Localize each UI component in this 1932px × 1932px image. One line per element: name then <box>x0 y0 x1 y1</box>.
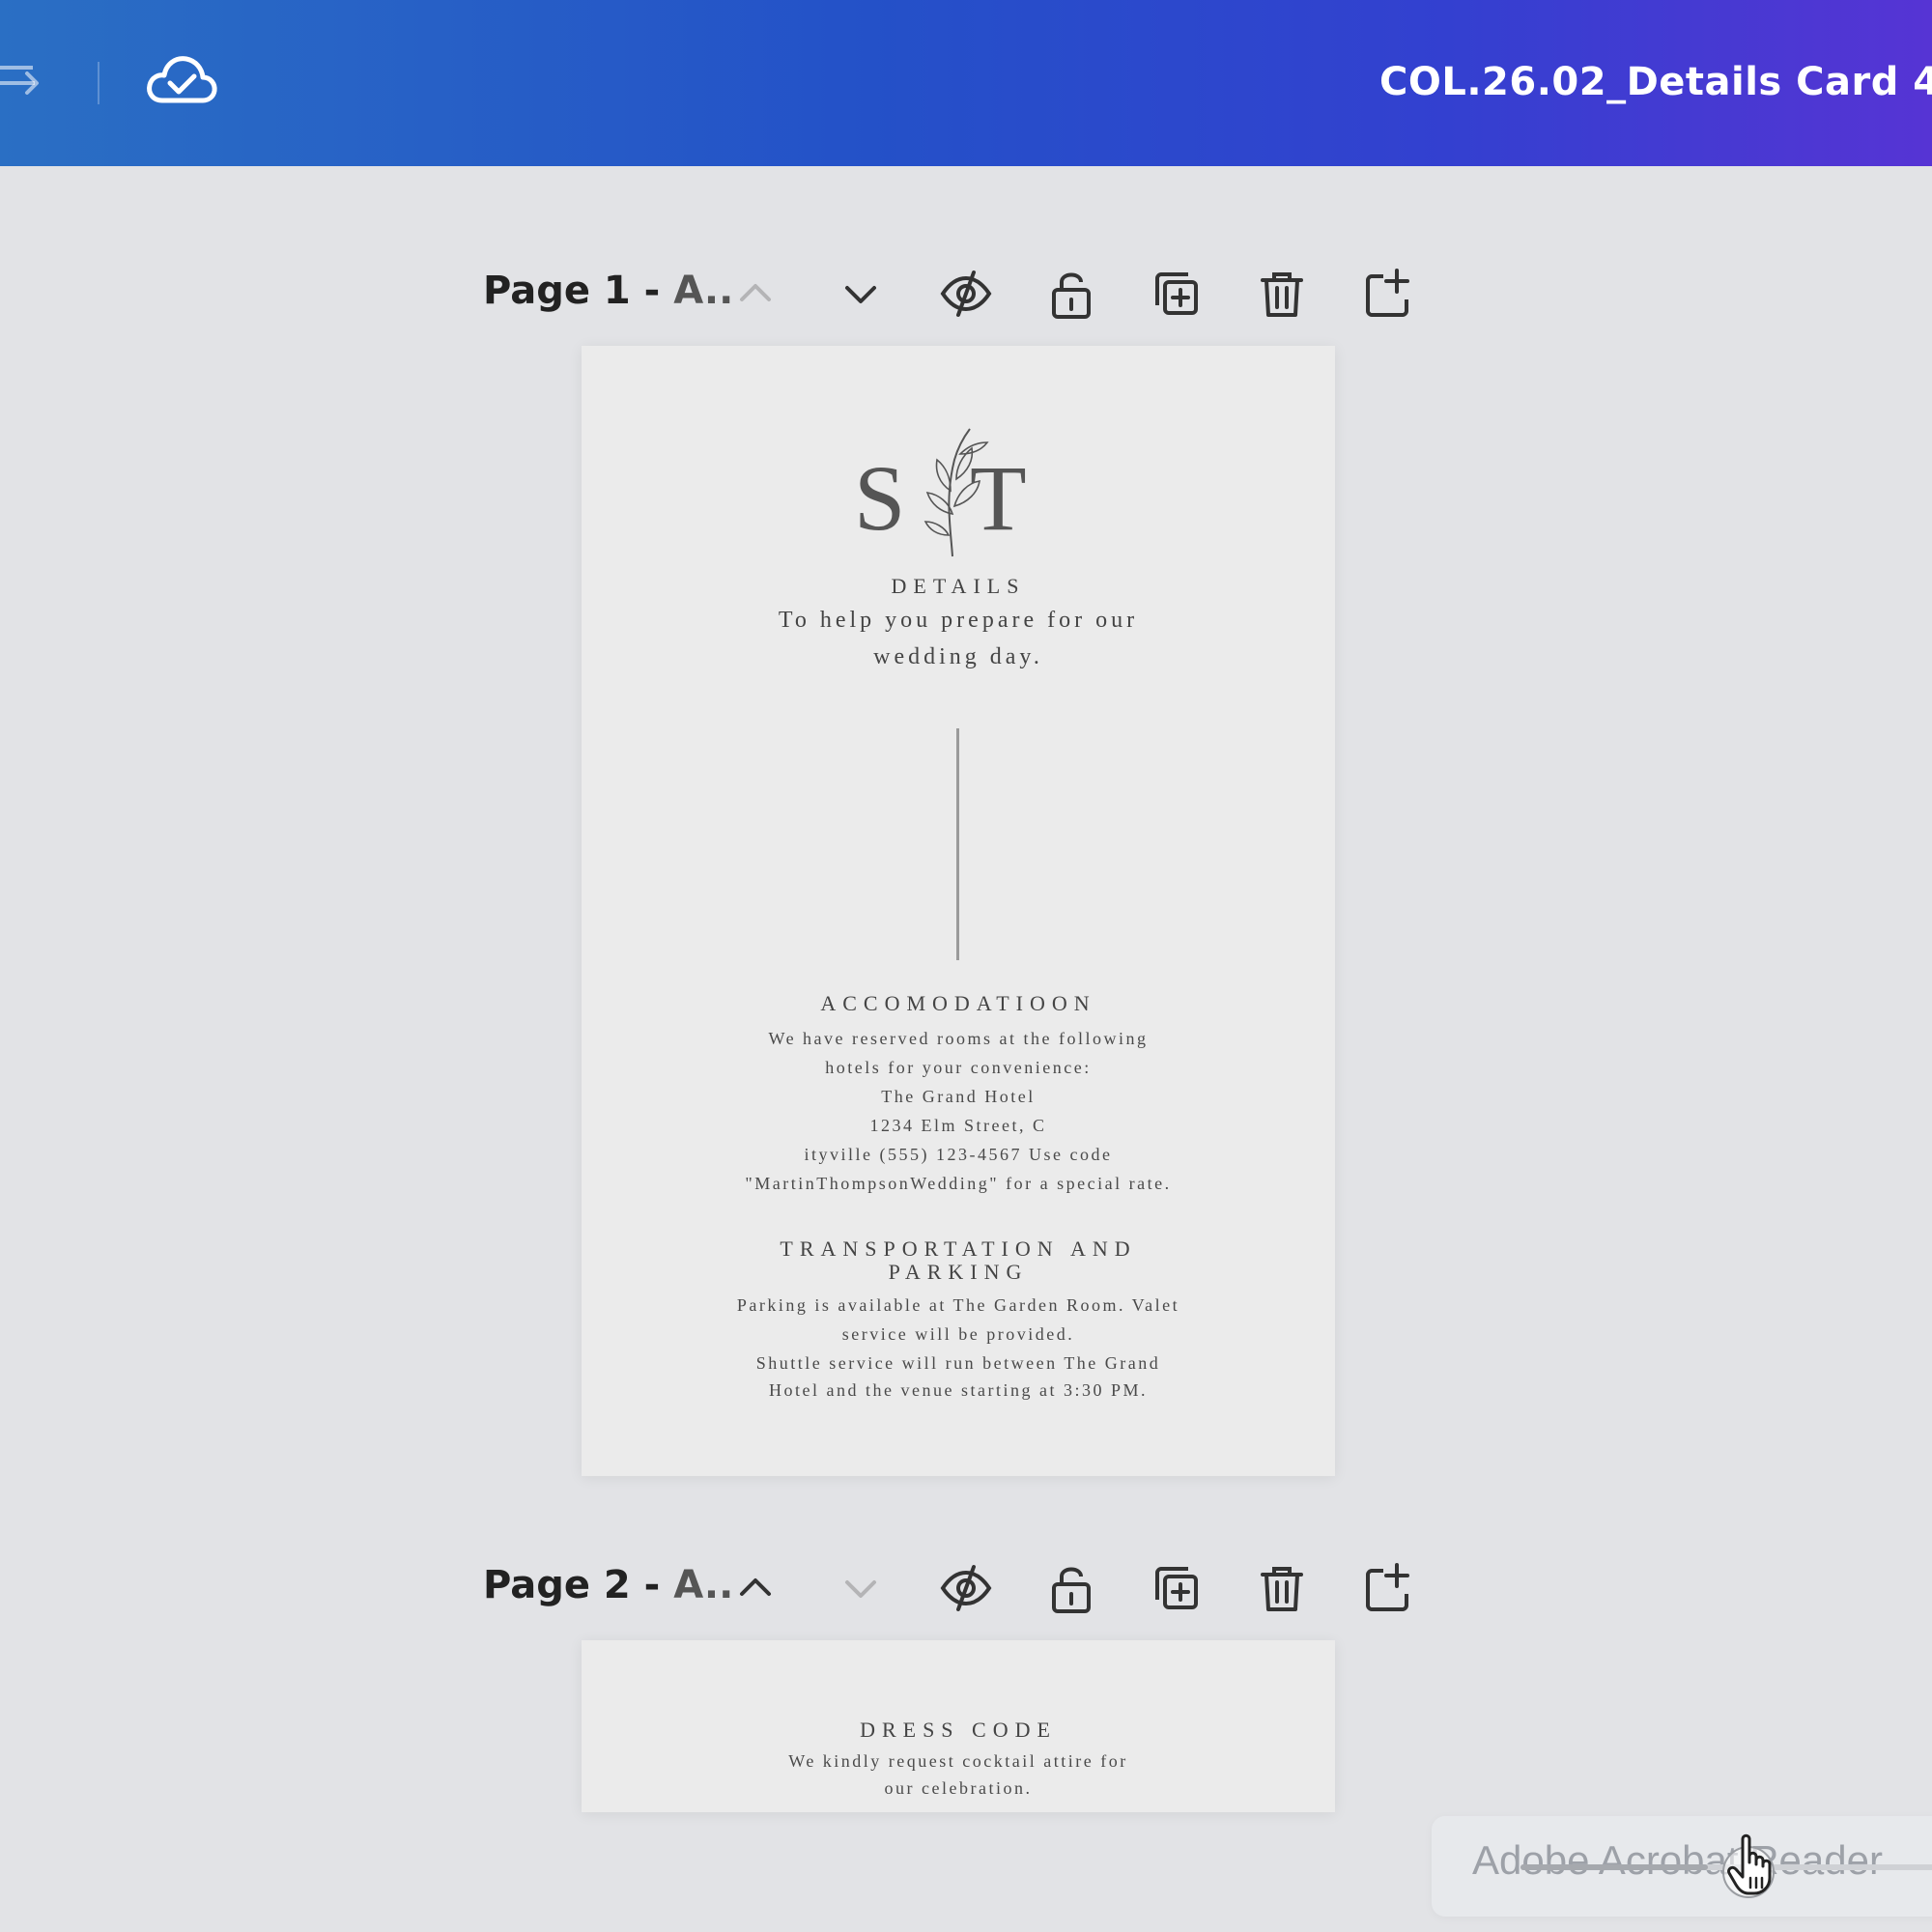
chevron-up-icon <box>740 1578 771 1596</box>
monogram-logo[interactable]: S T <box>852 421 1065 566</box>
lock-open-icon <box>1052 272 1091 319</box>
save-status-button[interactable] <box>145 50 218 114</box>
page-2-title[interactable]: Page 2 - A.. <box>483 1563 733 1607</box>
lock-page-button[interactable] <box>1037 259 1106 328</box>
accommodation-heading: ACCOMODATIOON <box>820 991 1096 1015</box>
monogram-letters: S <box>854 446 905 550</box>
duplicate-page-button[interactable] <box>1142 1553 1211 1623</box>
page-1-toolbar: Page 1 - A.. <box>483 255 1430 332</box>
leaf-monogram-icon: S T <box>854 428 1027 557</box>
document-title[interactable]: COL.26.02_Details Card 4"x6 <box>1379 60 1932 104</box>
duplicate-page-button[interactable] <box>1142 259 1211 328</box>
add-page-button[interactable] <box>1352 1553 1422 1623</box>
top-bar: COL.26.02_Details Card 4"x6 <box>0 0 1932 166</box>
open-with-hint[interactable]: Adobe Acrobat Reader <box>1432 1816 1932 1917</box>
duplicate-page-icon <box>1155 1567 1198 1609</box>
chevron-up-icon <box>740 284 771 301</box>
duplicate-page-icon <box>1155 272 1198 315</box>
move-page-down-button[interactable] <box>826 259 895 328</box>
transport-line: service will be provided. <box>841 1324 1075 1344</box>
accommodation-line: "MartinThompsonWedding" for a special ra… <box>745 1174 1172 1193</box>
lock-open-icon <box>1052 1567 1091 1613</box>
transport-line: Parking is available at The Garden Room.… <box>736 1295 1180 1315</box>
accommodation-line: hotels for your convenience: <box>825 1058 1092 1077</box>
move-page-up-button[interactable] <box>721 259 790 328</box>
hide-page-button[interactable] <box>931 259 1001 328</box>
move-page-up-button[interactable] <box>721 1553 790 1623</box>
accommodation-line: We have reserved rooms at the following <box>768 1029 1149 1048</box>
transport-heading-line-1: TRANSPORTATION AND <box>780 1236 1137 1261</box>
chevron-down-icon <box>845 1580 876 1598</box>
accommodation-line: 1234 Elm Street, C <box>869 1116 1047 1135</box>
page-2-toolbar: Page 2 - A.. <box>483 1549 1430 1627</box>
trash-icon <box>1261 1567 1303 1611</box>
page-1-canvas[interactable]: S T DETAILS To help you prepare for our … <box>582 346 1335 1476</box>
add-page-icon <box>1366 269 1409 317</box>
hand-pointer-icon <box>1721 1828 1785 1899</box>
hint-label: Adobe Acrobat Reader <box>1472 1837 1883 1883</box>
details-subtitle-line-2: wedding day. <box>873 644 1043 669</box>
toolbar-divider <box>98 62 99 104</box>
accommodation-line: The Grand Hotel <box>881 1087 1036 1106</box>
details-heading: DETAILS <box>891 574 1026 598</box>
delete-page-button[interactable] <box>1247 259 1317 328</box>
transport-heading-line-2: PARKING <box>888 1260 1029 1284</box>
cloud-check-icon <box>147 56 217 103</box>
page-1-title[interactable]: Page 1 - A.. <box>483 269 733 313</box>
redo-button[interactable] <box>0 54 48 102</box>
details-subtitle-line-1: To help you prepare for our <box>778 608 1139 633</box>
dress-code-heading: DRESS CODE <box>860 1718 1057 1742</box>
hide-page-button[interactable] <box>931 1553 1001 1623</box>
eye-slash-icon <box>940 1565 992 1611</box>
dress-code-line: our celebration. <box>884 1778 1033 1798</box>
trash-icon <box>1261 272 1303 317</box>
vertical-divider <box>956 728 959 960</box>
add-page-button[interactable] <box>1352 259 1422 328</box>
accommodation-line: ityville (555) 123-4567 Use code <box>804 1145 1113 1164</box>
transport-line: Shuttle service will run between The Gra… <box>755 1353 1161 1373</box>
lock-page-button[interactable] <box>1037 1553 1106 1623</box>
page-2-canvas[interactable]: DRESS CODE We kindly request cocktail at… <box>582 1640 1335 1812</box>
delete-page-button[interactable] <box>1247 1553 1317 1623</box>
chevron-down-icon <box>845 286 876 303</box>
svg-text:T: T <box>970 446 1027 550</box>
move-page-down-button[interactable] <box>826 1553 895 1623</box>
transport-line: Hotel and the venue starting at 3:30 PM. <box>769 1380 1148 1400</box>
add-page-icon <box>1366 1563 1409 1611</box>
hint-progress-fill <box>1520 1864 1708 1870</box>
dress-code-line: We kindly request cocktail attire for <box>788 1751 1128 1771</box>
eye-slash-icon <box>940 270 992 317</box>
redo-arrow-icon <box>0 66 39 95</box>
